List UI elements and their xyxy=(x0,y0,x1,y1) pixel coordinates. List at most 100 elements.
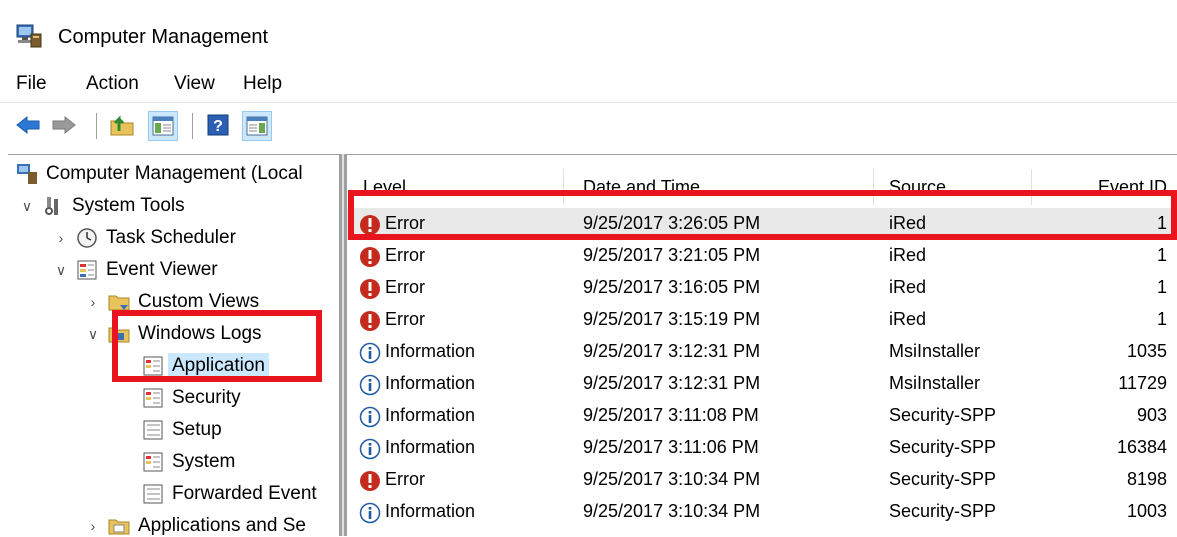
log-icon xyxy=(143,484,163,504)
cell-source: iRed xyxy=(889,277,927,297)
table-row[interactable]: Information 9/25/2017 3:10:34 PM Security-… xyxy=(347,496,1177,528)
chevron-down-icon[interactable]: ∨ xyxy=(18,198,36,215)
tree-item-forwarded-events[interactable]: Forwarded Event xyxy=(142,479,317,509)
tree-item-windows-logs[interactable]: ∨ Windows Logs xyxy=(84,319,262,349)
chevron-right-icon[interactable]: › xyxy=(84,518,102,534)
information-icon xyxy=(359,342,381,364)
table-row[interactable]: Error 9/25/2017 3:10:34 PM Security-SPP 819… xyxy=(347,464,1177,496)
tree-item-system[interactable]: System xyxy=(142,447,235,477)
tree-item-setup[interactable]: Setup xyxy=(142,415,222,445)
log-icon xyxy=(143,356,163,376)
table-row[interactable]: Information 9/25/2017 3:12:31 PM MsiInstal… xyxy=(347,336,1177,368)
cell-level: Error xyxy=(385,309,425,329)
computer-management-icon xyxy=(17,164,37,184)
event-list: Level Date and Time Source Event ID Erro… xyxy=(347,154,1177,537)
tree-label: Forwarded Event xyxy=(172,483,317,504)
cell-date-and-time: 9/25/2017 3:10:34 PM xyxy=(583,501,761,521)
cell-event-id: 1 xyxy=(1156,309,1167,329)
folder-icon xyxy=(108,295,130,311)
tree-label: Computer Management (Local xyxy=(46,163,303,184)
menu-file[interactable]: File xyxy=(16,73,47,95)
cell-source: Security-SPP xyxy=(889,437,997,457)
chevron-down-icon[interactable]: ∨ xyxy=(52,262,70,279)
toolbar-separator xyxy=(192,113,193,139)
column-divider[interactable] xyxy=(1031,169,1032,205)
back-button[interactable] xyxy=(14,111,42,139)
cell-date-and-time: 9/25/2017 3:11:06 PM xyxy=(583,437,759,457)
cell-source: MsiInstaller xyxy=(889,373,981,393)
cell-event-id: 16384 xyxy=(1116,437,1167,457)
help-icon: ? xyxy=(207,114,229,136)
cell-level: Error xyxy=(385,277,425,297)
forward-arrow-icon xyxy=(52,115,76,135)
tree-label: Windows Logs xyxy=(138,323,262,344)
tree-item-task-scheduler[interactable]: › Task Scheduler xyxy=(52,223,236,253)
clock-icon xyxy=(77,228,97,248)
cell-level: Information xyxy=(385,373,476,393)
menu-help[interactable]: Help xyxy=(243,73,282,95)
up-one-level-button[interactable] xyxy=(108,111,136,139)
tree-item-application[interactable]: Application xyxy=(142,351,269,381)
tree-item-system-tools[interactable]: ∨ System Tools xyxy=(18,191,185,221)
cell-date-and-time: 9/25/2017 3:11:08 PM xyxy=(583,405,759,425)
error-icon xyxy=(360,279,380,299)
cell-event-id: 903 xyxy=(1136,405,1167,425)
table-row[interactable]: Information 9/25/2017 3:11:06 PM Security-… xyxy=(347,432,1177,464)
forward-button[interactable] xyxy=(50,111,78,139)
cell-source: iRed xyxy=(889,309,927,329)
cell-source: MsiInstaller xyxy=(889,341,981,361)
menu-view[interactable]: View xyxy=(174,73,215,95)
cell-event-id: 8198 xyxy=(1126,469,1167,489)
svg-text:?: ? xyxy=(213,118,223,135)
log-icon xyxy=(143,420,163,440)
tree-item-security[interactable]: Security xyxy=(142,383,241,413)
cell-event-id: 11729 xyxy=(1118,373,1167,393)
information-icon xyxy=(359,406,381,428)
tree-label: Application xyxy=(168,353,269,379)
tree-item-applications-and-services[interactable]: › Applications and Se xyxy=(84,511,306,537)
event-viewer-icon xyxy=(77,260,97,280)
cell-event-id: 1 xyxy=(1156,277,1167,297)
tree-item-computer-management[interactable]: Computer Management (Local xyxy=(16,159,303,189)
log-icon xyxy=(143,388,163,408)
error-icon xyxy=(360,247,380,267)
information-icon xyxy=(359,502,381,524)
table-row[interactable]: Information 9/25/2017 3:12:31 PM MsiInstal… xyxy=(347,368,1177,400)
tree-label: Applications and Se xyxy=(138,515,306,536)
error-icon xyxy=(360,471,380,491)
column-divider[interactable] xyxy=(563,169,564,205)
table-row[interactable]: Error 9/25/2017 3:26:05 PM iRed 1 xyxy=(347,208,1177,240)
cell-date-and-time: 9/25/2017 3:12:31 PM xyxy=(583,373,761,393)
cell-level: Information xyxy=(385,437,476,457)
window-title: Computer Management xyxy=(58,26,269,48)
console-tree-icon xyxy=(152,116,174,136)
tree-label: Task Scheduler xyxy=(106,227,236,248)
cell-level: Error xyxy=(385,469,425,489)
cell-level: Information xyxy=(385,405,476,425)
cell-source: iRed xyxy=(889,245,927,265)
chevron-right-icon[interactable]: › xyxy=(52,230,70,246)
help-button[interactable]: ? xyxy=(204,111,232,139)
cell-event-id: 1 xyxy=(1156,213,1167,233)
show-hide-action-pane-button[interactable] xyxy=(242,111,272,141)
table-row[interactable]: Information 9/25/2017 3:11:08 PM Security-… xyxy=(347,400,1177,432)
show-hide-console-tree-button[interactable] xyxy=(148,111,178,141)
cell-date-and-time: 9/25/2017 3:12:31 PM xyxy=(583,341,761,361)
table-row[interactable]: Error 9/25/2017 3:21:05 PM iRed 1 xyxy=(347,240,1177,272)
chevron-down-icon[interactable]: ∨ xyxy=(84,326,102,343)
tree-item-event-viewer[interactable]: ∨ Event Viewer xyxy=(52,255,218,285)
tree-item-custom-views[interactable]: › Custom Views xyxy=(84,287,259,317)
chevron-right-icon[interactable]: › xyxy=(84,294,102,310)
menu-action[interactable]: Action xyxy=(86,73,139,95)
table-row[interactable]: Error 9/25/2017 3:15:19 PM iRed 1 xyxy=(347,304,1177,336)
folder-icon xyxy=(108,519,130,535)
column-header-event-id[interactable]: Event ID xyxy=(1098,177,1167,198)
information-icon xyxy=(359,438,381,460)
table-row[interactable]: Error 9/25/2017 3:16:05 PM iRed 1 xyxy=(347,272,1177,304)
cell-date-and-time: 9/25/2017 3:21:05 PM xyxy=(583,245,761,265)
column-header-source[interactable]: Source xyxy=(889,177,946,198)
tree-label: Security xyxy=(172,387,241,408)
column-divider[interactable] xyxy=(873,169,874,205)
column-header-level[interactable]: Level xyxy=(363,177,406,198)
column-header-date-and-time[interactable]: Date and Time xyxy=(583,177,700,198)
